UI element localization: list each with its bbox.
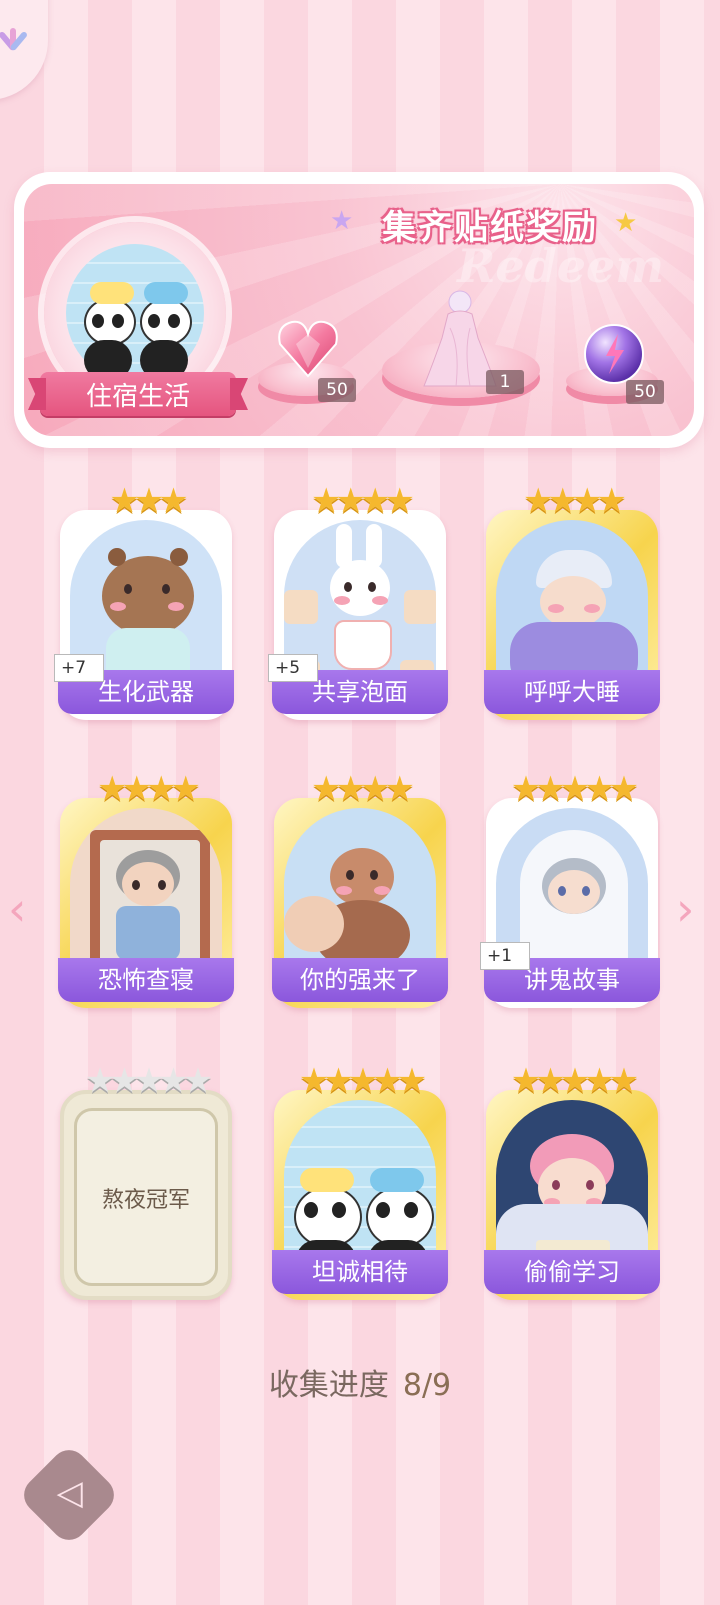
- progress-value: 8/9: [402, 1368, 452, 1403]
- purple-energy-orb-icon[interactable]: [582, 322, 646, 386]
- star-icon: ★: [614, 208, 638, 238]
- sticker-card[interactable]: ★★★★★ 坦诚相待: [272, 1061, 448, 1300]
- duplicate-count: +5: [268, 654, 318, 682]
- pink-heart-gem-icon[interactable]: [276, 318, 340, 378]
- sticker-card[interactable]: ★★★★ 呼呼大睡: [484, 481, 660, 720]
- sticker-card[interactable]: ★★★★ 你的强来了: [272, 769, 448, 1008]
- star-rating: ★★★★★: [298, 1061, 427, 1101]
- sticker-card[interactable]: ★★★ 生化武器 +7: [54, 481, 234, 720]
- duplicate-count: +7: [54, 654, 104, 682]
- card-name: 你的强来了: [272, 958, 448, 1002]
- reward-count: 50: [318, 378, 356, 402]
- card-name: 熬夜冠军: [101, 1188, 190, 1213]
- chevron-left-icon[interactable]: ‹: [8, 882, 26, 936]
- menu-button[interactable]: [0, 0, 48, 100]
- collection-progress: 收集进度 8/9: [0, 1360, 720, 1404]
- card-name: 恐怖查寝: [58, 958, 234, 1002]
- card-name: 坦诚相待: [272, 1250, 448, 1294]
- duplicate-count: +1: [480, 942, 530, 970]
- card-name: 呼呼大睡: [484, 670, 660, 714]
- banner-title: 集齐贴纸奖励: [382, 208, 598, 248]
- sticker-card[interactable]: ★★★★★ 偷偷学习: [484, 1061, 660, 1300]
- star-rating: ★★★: [109, 481, 188, 521]
- star-rating: ★★★★★: [510, 1061, 639, 1101]
- back-button[interactable]: ◁: [16, 1442, 122, 1548]
- star-icon: ★: [330, 206, 354, 236]
- star-rating: ★★★★: [311, 481, 415, 521]
- star-rating: ★★★★: [97, 769, 201, 809]
- theme-label: 住宿生活: [85, 382, 190, 412]
- card-name: 偷偷学习: [484, 1250, 660, 1294]
- back-arrow-icon: ◁: [56, 1472, 83, 1513]
- reward-count: 50: [626, 380, 664, 404]
- sticker-card[interactable]: ★★★★ 共享泡面 +5: [268, 481, 448, 720]
- star-rating: ★★★★★: [84, 1061, 213, 1101]
- star-rating: ★★★★: [311, 769, 415, 809]
- progress-label: 收集进度: [268, 1368, 389, 1403]
- sticker-card[interactable]: ★★★★ 恐怖查寝: [58, 769, 234, 1008]
- star-rating: ★★★★★: [510, 769, 639, 809]
- chevron-right-icon[interactable]: ›: [676, 882, 694, 936]
- reward-count: 1: [486, 370, 524, 394]
- star-rating: ★★★★: [523, 481, 627, 521]
- sticker-card[interactable]: ★★★★★ 讲鬼故事 +1: [480, 769, 660, 1008]
- sticker-card-locked[interactable]: ★★★★★ 熬夜冠军: [60, 1064, 232, 1300]
- pinwheel-icon: [0, 28, 29, 52]
